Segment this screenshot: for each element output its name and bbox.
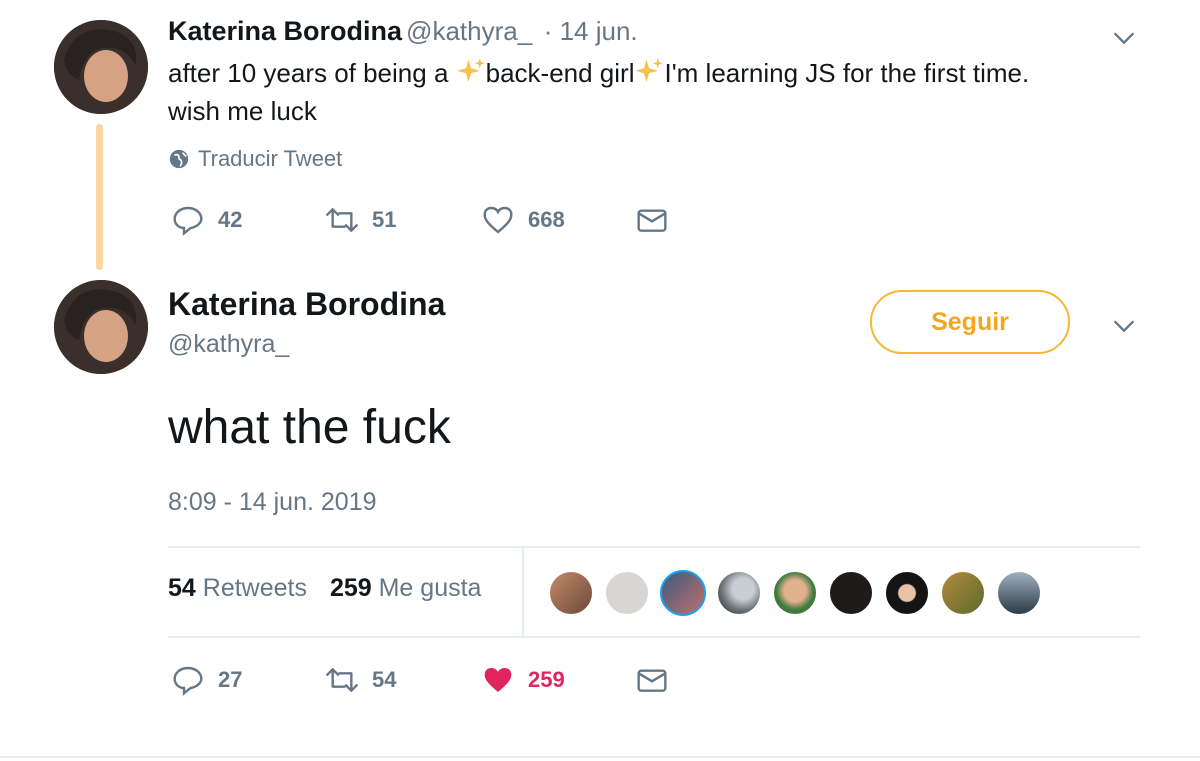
avatar[interactable] [548, 570, 594, 616]
avatar[interactable] [604, 570, 650, 616]
retweets-stat[interactable]: 54 Retweets [168, 574, 307, 602]
retweet-icon [326, 208, 358, 232]
sparkles-icon [634, 57, 664, 87]
globe-icon [169, 149, 189, 169]
likes-stat-label: Me gusta [378, 574, 482, 602]
retweets-stat-label: Retweets [202, 574, 307, 602]
like-count: 668 [528, 207, 565, 232]
translate-label: Traducir Tweet [198, 146, 343, 171]
retweet-button[interactable]: 51 [326, 204, 396, 236]
tweet-text: what the fuck [168, 401, 451, 454]
avatar[interactable] [716, 570, 762, 616]
divider [522, 548, 524, 636]
avatar[interactable] [884, 570, 930, 616]
like-count: 259 [528, 667, 565, 692]
like-button[interactable]: 668 [482, 204, 565, 236]
mail-icon [637, 209, 667, 232]
tweet-text: after 10 years of being a back-end girl I… [168, 54, 1148, 130]
avatar[interactable] [828, 570, 874, 616]
retweet-button[interactable]: 54 [326, 664, 396, 696]
author-name[interactable]: Katerina Borodina [168, 286, 445, 323]
divider [168, 636, 1140, 638]
retweet-count: 54 [372, 667, 397, 692]
tweet-text-part: I'm learning JS for the first time. [664, 58, 1030, 88]
follow-button[interactable]: Seguir [870, 290, 1070, 354]
avatar[interactable] [996, 570, 1042, 616]
translate-link[interactable]: Traducir Tweet [168, 146, 342, 172]
avatar[interactable] [54, 20, 148, 114]
chevron-down-icon[interactable] [1110, 24, 1138, 57]
reply-count: 27 [218, 667, 243, 692]
mail-icon [637, 669, 667, 692]
retweet-count: 51 [372, 207, 397, 232]
tweet-timestamp[interactable]: 8:09 - 14 jun. 2019 [168, 488, 377, 517]
author-line[interactable]: Katerina Borodina @kathyra_ · 14 jun. [168, 16, 638, 47]
avatar[interactable] [660, 570, 706, 616]
reply-icon [173, 666, 203, 696]
heart-icon [484, 668, 512, 692]
tweet-text-part: back-end girl [485, 58, 635, 88]
reply-button[interactable]: 42 [172, 204, 242, 236]
retweets-stat-count: 54 [168, 574, 196, 602]
message-button[interactable] [636, 664, 668, 696]
likes-stat[interactable]: 259 Me gusta [330, 574, 482, 602]
author-handle[interactable]: @kathyra_ [406, 16, 532, 46]
author-name[interactable]: Katerina Borodina [168, 16, 402, 46]
tweet-text-part: after 10 years of being a [168, 58, 456, 88]
message-button[interactable] [636, 204, 668, 236]
retweet-icon [326, 668, 358, 692]
like-button[interactable]: 259 [482, 664, 565, 696]
sparkles-icon [456, 57, 486, 87]
tweet-date[interactable]: · 14 jun. [544, 16, 638, 46]
thread-line [96, 124, 103, 270]
avatar[interactable] [54, 280, 148, 374]
likes-stat-count: 259 [329, 574, 372, 602]
avatar[interactable] [940, 570, 986, 616]
divider [0, 756, 1200, 758]
author-handle[interactable]: @kathyra_ [168, 330, 289, 359]
reply-count: 42 [218, 207, 243, 232]
heart-icon [483, 206, 513, 234]
chevron-down-icon[interactable] [1110, 312, 1138, 345]
avatar[interactable] [772, 570, 818, 616]
reply-button[interactable]: 27 [172, 664, 242, 696]
tweet-stats: 54 Retweets 259 Me gusta [168, 574, 481, 603]
divider [168, 546, 1140, 548]
tweet-text-line2: wish me luck [168, 96, 317, 126]
reply-icon [173, 206, 203, 236]
